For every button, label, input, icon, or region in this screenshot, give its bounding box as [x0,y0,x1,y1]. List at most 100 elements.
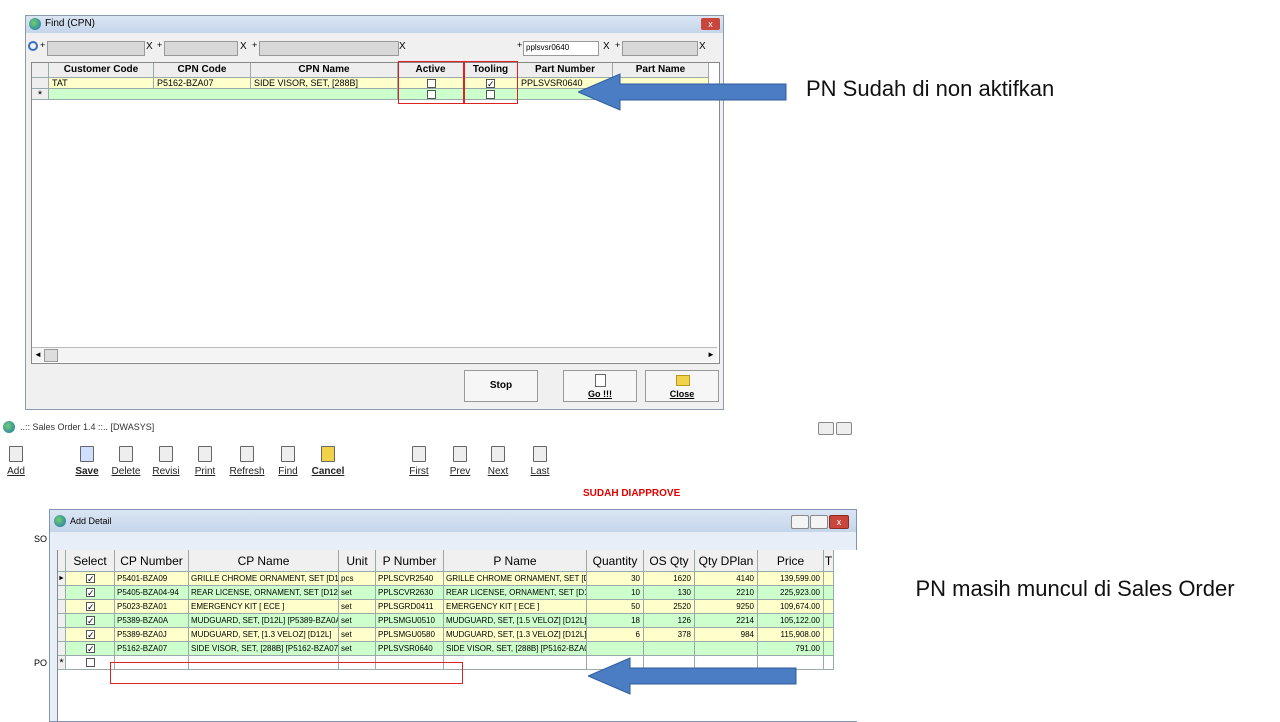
go-button[interactable]: Go !!! [563,370,637,402]
scroll-left-icon[interactable]: ◄ [34,350,42,359]
revisi-button[interactable]: Revisi [151,446,181,477]
cell-unit: set [339,642,376,656]
minimize-icon[interactable] [818,422,834,435]
clear-filter-icon[interactable]: X [399,41,406,52]
scroll-thumb[interactable] [44,349,58,362]
select-checkbox[interactable]: ✓ [86,602,95,612]
cell-extra [824,642,834,656]
row-selector[interactable] [32,78,49,89]
select-cell[interactable]: ✓ [66,628,115,642]
close-icon[interactable]: x [701,18,720,30]
column-header-cpn-name[interactable]: CPN Name [251,63,398,78]
select-cell[interactable]: ✓ [66,642,115,656]
cell-qty-dplan [695,642,758,656]
clear-filter-icon[interactable]: X [146,41,153,52]
detail-title-bar[interactable]: Add Detail x [50,510,856,532]
cell-cp-number: P5162-BZA07 [115,642,189,656]
column-header-price[interactable]: Price [758,550,824,572]
scroll-right-icon[interactable]: ► [707,350,715,359]
filter-cpn-name-input[interactable] [259,41,399,56]
select-checkbox[interactable]: ✓ [86,644,95,654]
column-header-cpn-code[interactable]: CPN Code [154,63,251,78]
horizontal-scrollbar[interactable]: ◄ ► [32,347,717,362]
minimize-icon[interactable] [791,515,809,529]
sales-title-bar[interactable]: ..:: Sales Order 1.4 ::.. [DWASYS] [0,418,855,436]
clear-filter-icon[interactable]: X [240,41,247,52]
filter-part-number-input[interactable]: pplsvsr0640 [523,41,599,56]
close-icon[interactable]: x [829,515,849,529]
select-checkbox[interactable]: ✓ [86,616,95,626]
clear-filter-icon[interactable]: X [603,41,610,52]
select-checkbox[interactable] [86,658,95,667]
detail-window-title: Add Detail [70,516,112,526]
cell-p-name: MUDGUARD, SET, [1.5 VELOZ] [D12L] [444,614,587,628]
cell-price: 109,674.00 [758,600,824,614]
globe-icon [3,421,15,433]
folder-icon [321,446,335,462]
cell-os-qty: 378 [644,628,695,642]
next-record-icon [491,446,505,462]
prev-button[interactable]: Prev [447,446,473,477]
cancel-button[interactable]: Cancel [311,446,345,477]
sales-window-title: ..:: Sales Order 1.4 ::.. [DWASYS] [20,422,155,432]
filter-part-name-input[interactable] [622,41,698,56]
print-button[interactable]: Print [192,446,218,477]
clear-filter-icon[interactable]: X [699,41,706,52]
cell-extra [824,586,834,600]
column-header-qty-dplan[interactable]: Qty DPlan [695,550,758,572]
highlight-active-box [398,61,464,104]
refresh-button[interactable]: Refresh [228,446,266,477]
select-cell[interactable]: ✓ [66,572,115,586]
column-header-cp-number[interactable]: CP Number [115,550,189,572]
row-selector[interactable]: ► [58,572,66,586]
last-button[interactable]: Last [527,446,553,477]
select-checkbox[interactable]: ✓ [86,574,95,584]
column-header-select[interactable]: Select [66,550,115,572]
last-record-icon [533,446,547,462]
annotation-bottom-note: PN masih muncul di Sales Order [915,576,1235,601]
close-button-label: Close [669,389,695,399]
filter-cpn-code-input[interactable] [164,41,238,56]
row-selector[interactable] [58,600,66,614]
maximize-icon[interactable] [810,515,828,529]
select-cell[interactable]: ✓ [66,614,115,628]
close-button[interactable]: Close [645,370,719,402]
cell-empty [49,89,398,100]
find-title-bar[interactable]: Find (CPN) x [26,16,723,33]
next-button[interactable]: Next [485,446,511,477]
column-header-quantity[interactable]: Quantity [587,550,644,572]
cell-p-number: PPLSMGU0510 [376,614,444,628]
side-label-so: SO [34,534,48,544]
first-button[interactable]: First [406,446,432,477]
row-selector[interactable] [58,628,66,642]
column-header-p-number[interactable]: P Number [376,550,444,572]
column-header-p-name[interactable]: P Name [444,550,587,572]
select-cell[interactable]: ✓ [66,586,115,600]
filter-customer-code-input[interactable] [47,41,145,56]
cell-unit: pcs [339,572,376,586]
filter-marker: + [252,40,258,50]
stop-button[interactable]: Stop [464,370,538,402]
column-header-customer-code[interactable]: Customer Code [49,63,154,78]
column-header-t[interactable]: T [824,550,834,572]
save-button[interactable]: Save [74,446,100,477]
column-header-unit[interactable]: Unit [339,550,376,572]
add-button[interactable]: Add [4,446,28,477]
cell-qty-dplan: 2214 [695,614,758,628]
find-button[interactable]: Find [275,446,301,477]
column-header-cp-name[interactable]: CP Name [189,550,339,572]
new-row-marker[interactable]: * [58,656,66,670]
select-checkbox[interactable]: ✓ [86,630,95,640]
find-window-title: Find (CPN) [45,18,96,29]
delete-button[interactable]: Delete [110,446,142,477]
cell-unit: set [339,628,376,642]
row-selector[interactable] [58,586,66,600]
select-cell[interactable]: ✓ [66,600,115,614]
row-selector[interactable] [58,642,66,656]
restore-icon[interactable] [836,422,852,435]
magnifier-icon[interactable] [28,41,38,51]
row-selector[interactable] [58,614,66,628]
select-checkbox[interactable]: ✓ [86,588,95,598]
select-cell[interactable] [66,656,115,670]
column-header-os-qty[interactable]: OS Qty [644,550,695,572]
